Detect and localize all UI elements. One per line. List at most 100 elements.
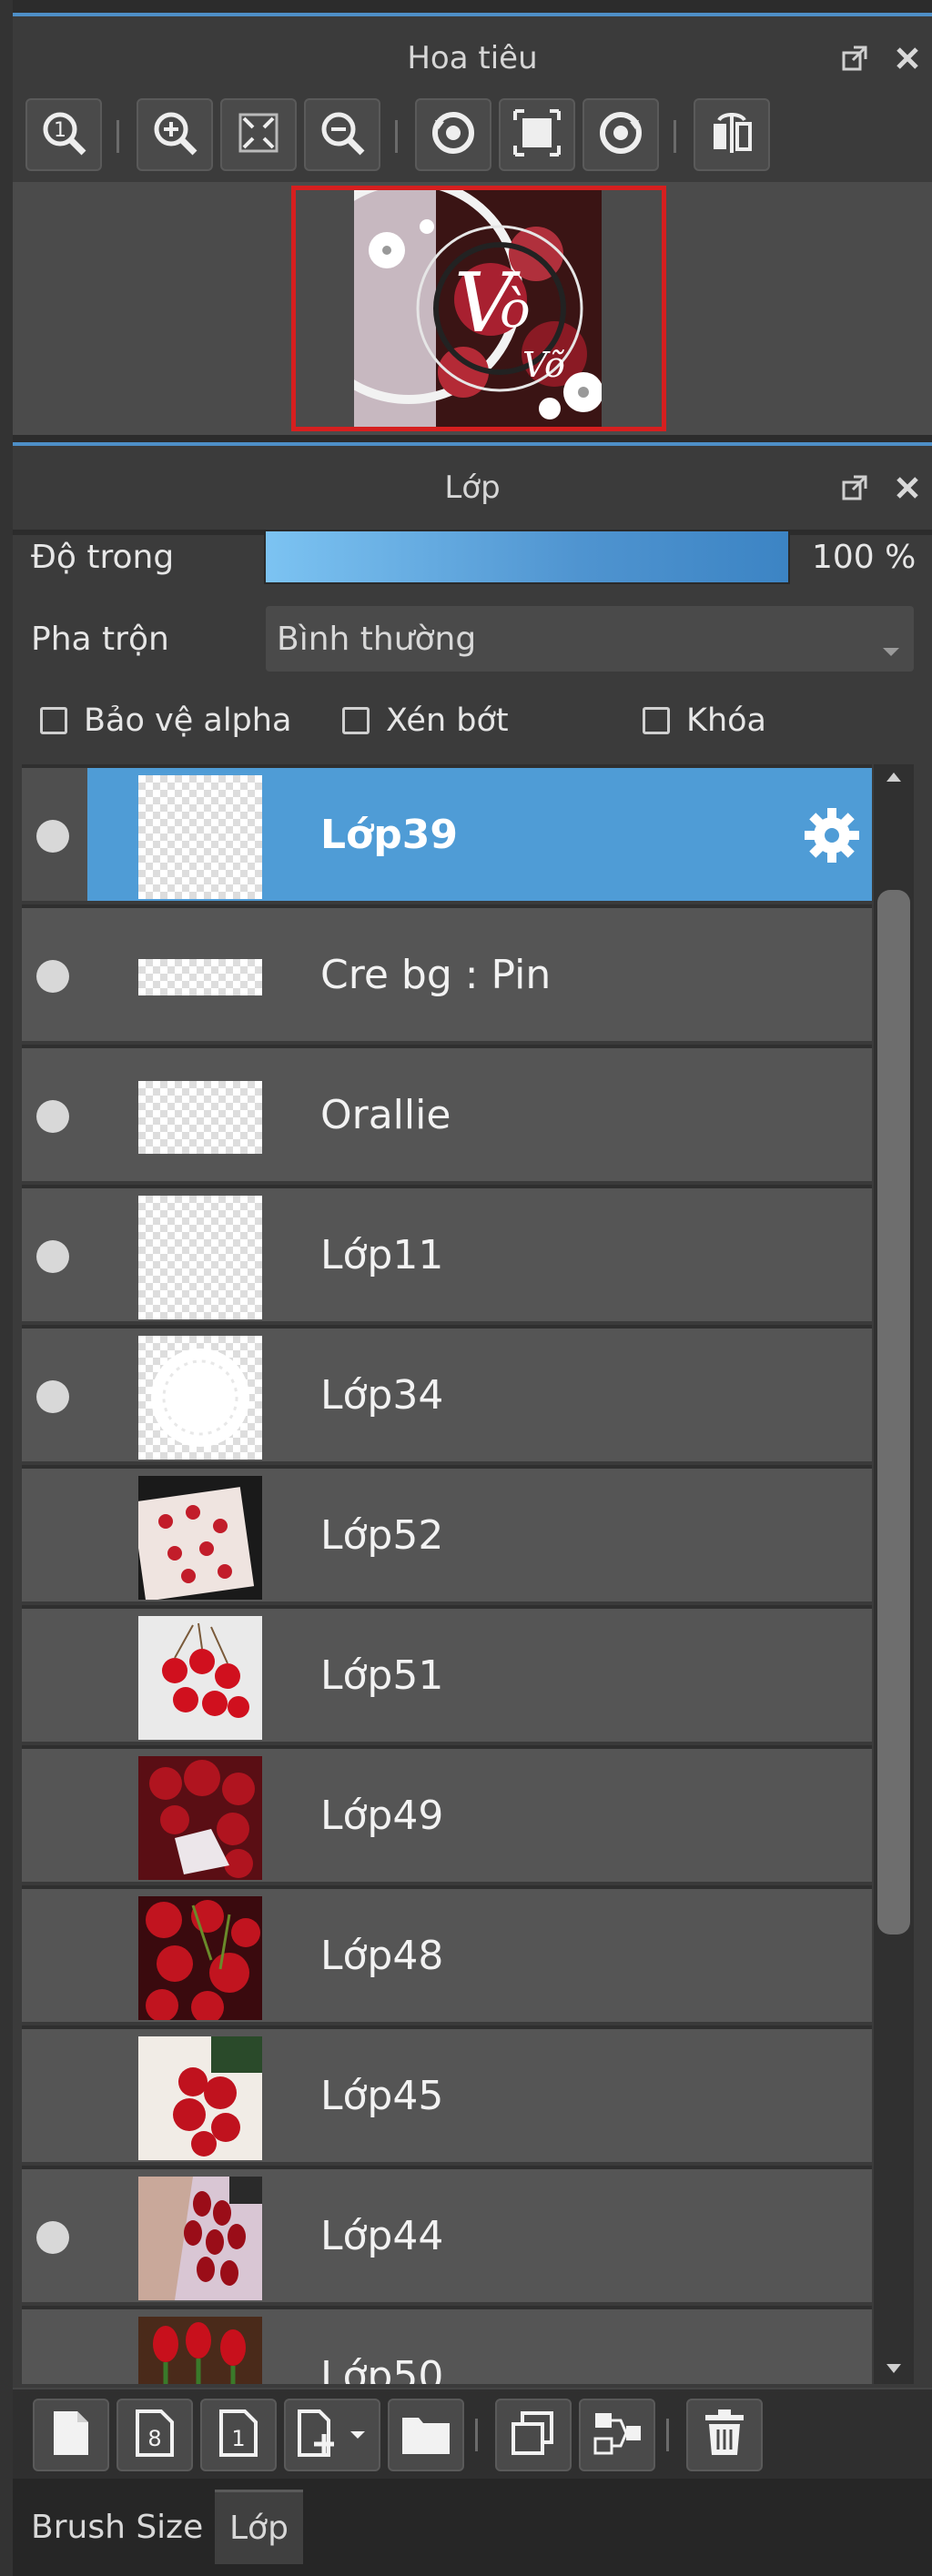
layer-row[interactable]: Lớp34 xyxy=(22,1328,872,1465)
close-icon[interactable] xyxy=(892,472,923,503)
layer-row[interactable]: Lớp50 xyxy=(22,2309,872,2384)
add-layer-menu-button[interactable] xyxy=(284,2399,380,2471)
layer-name: Cre bg : Pin xyxy=(320,952,552,998)
layer-row[interactable]: Orallie xyxy=(22,1048,872,1185)
new-1bit-layer-button[interactable]: 1 xyxy=(200,2399,277,2471)
scroll-down-icon[interactable] xyxy=(885,2361,903,2379)
rotate-left-button[interactable] xyxy=(415,98,491,171)
layer-row[interactable]: Cre bg : Pin xyxy=(22,908,872,1045)
panel-tabbar: Brush Size Lớp xyxy=(13,2479,932,2576)
new-folder-button[interactable] xyxy=(388,2399,464,2471)
zoom-actual-button[interactable]: 1 xyxy=(25,98,102,171)
blend-mode-select[interactable]: Bình thường xyxy=(266,606,914,672)
app-window: Hoa tiêu 1 V ò Võ Lớp Độ trong 100 % Pha… xyxy=(0,0,932,2576)
lock-checkbox[interactable]: Khóa xyxy=(643,702,766,739)
scroll-thumb[interactable] xyxy=(877,890,910,1935)
navigator-title: Hoa tiêu xyxy=(407,40,538,76)
layer-thumbnail xyxy=(138,1476,262,1600)
checkbox-box[interactable] xyxy=(40,707,67,734)
rotate-right-button[interactable] xyxy=(582,98,659,171)
layer-row[interactable]: Lớp48 xyxy=(22,1889,872,2025)
layers-header: Lớp xyxy=(13,442,932,530)
layer-row[interactable]: Lớp51 xyxy=(22,1609,872,1745)
layer-name: Lớp39 xyxy=(320,812,458,858)
tab-brush-size[interactable]: Brush Size xyxy=(16,2490,218,2564)
layer-name: Lớp50 xyxy=(320,2353,444,2384)
visibility-dot-icon[interactable] xyxy=(36,1100,69,1133)
layer-actions-toolbar: 8 1 xyxy=(13,2388,932,2479)
new-8bit-layer-icon: 8 xyxy=(132,2408,177,2462)
layer-thumbnail xyxy=(138,2177,262,2300)
chevron-down-icon xyxy=(881,630,901,667)
popout-icon[interactable] xyxy=(839,472,870,503)
zoom-in-button[interactable] xyxy=(137,98,213,171)
opacity-label: Độ trong xyxy=(31,539,175,576)
layer-name: Lớp48 xyxy=(320,1933,444,1979)
delete-layer-icon xyxy=(702,2408,747,2462)
viewport-frame[interactable]: V ò Võ xyxy=(291,186,666,431)
new-layer-button[interactable] xyxy=(33,2399,109,2471)
layer-row[interactable]: Lớp45 xyxy=(22,2029,872,2166)
checkbox-box[interactable] xyxy=(643,707,670,734)
zoom-out-icon xyxy=(317,107,368,162)
fit-screen-button[interactable] xyxy=(220,98,297,171)
svg-text:Võ: Võ xyxy=(522,345,565,385)
new-folder-icon xyxy=(400,2410,451,2460)
layer-thumbnail xyxy=(138,1896,262,2020)
gear-icon[interactable] xyxy=(801,804,863,870)
layer-row[interactable]: Lớp49 xyxy=(22,1749,872,1885)
opacity-slider[interactable] xyxy=(264,530,790,584)
popout-icon[interactable] xyxy=(839,43,870,74)
layer-name: Lớp11 xyxy=(320,1232,444,1278)
merge-down-button[interactable] xyxy=(579,2399,655,2471)
flip-horizontal-icon xyxy=(706,107,757,162)
close-icon[interactable] xyxy=(892,43,923,74)
svg-text:8: 8 xyxy=(147,2426,161,2451)
zoom-out-button[interactable] xyxy=(304,98,380,171)
svg-text:1: 1 xyxy=(54,119,66,142)
checkbox-box[interactable] xyxy=(342,707,370,734)
visibility-dot-icon[interactable] xyxy=(36,1240,69,1273)
lock-label: Khóa xyxy=(686,702,766,739)
clipping-checkbox[interactable]: Xén bớt xyxy=(342,702,509,739)
new-layer-icon xyxy=(48,2408,94,2462)
navigator-preview[interactable]: V ò Võ xyxy=(13,182,932,435)
visibility-dot-icon[interactable] xyxy=(36,2221,69,2254)
fit-canvas-button[interactable] xyxy=(499,98,575,171)
layer-name: Lớp52 xyxy=(320,1512,444,1559)
svg-text:1: 1 xyxy=(231,2426,245,2451)
new-1bit-layer-icon: 1 xyxy=(216,2408,261,2462)
layer-row[interactable]: Lớp44 xyxy=(22,2169,872,2306)
zoom-in-icon xyxy=(149,107,200,162)
visibility-dot-icon[interactable] xyxy=(36,820,69,853)
delete-layer-button[interactable] xyxy=(686,2399,763,2471)
add-layer-menu-icon xyxy=(294,2408,370,2462)
duplicate-layer-icon xyxy=(508,2408,559,2462)
flip-horizontal-button[interactable] xyxy=(694,98,770,171)
layer-thumbnail xyxy=(138,775,262,899)
layer-name: Lớp51 xyxy=(320,1652,444,1699)
zoom-actual-icon: 1 xyxy=(38,107,89,162)
layer-row[interactable]: Lớp11 xyxy=(22,1188,872,1325)
protect-alpha-checkbox[interactable]: Bảo vệ alpha xyxy=(40,702,291,739)
clipping-label: Xén bớt xyxy=(386,702,509,739)
blend-mode-value: Bình thường xyxy=(277,620,477,658)
duplicate-layer-button[interactable] xyxy=(495,2399,572,2471)
layer-list[interactable]: Lớp39 Cre bg : Pin Orallie Lớp11 Lớp34 L… xyxy=(22,764,872,2384)
layer-list-scrollbar[interactable] xyxy=(874,764,914,2384)
layer-thumbnail xyxy=(138,1756,262,1880)
scroll-up-icon[interactable] xyxy=(885,770,903,787)
fit-canvas-icon xyxy=(512,107,562,162)
new-8bit-layer-button[interactable]: 8 xyxy=(116,2399,193,2471)
blend-mode-label: Pha trộn xyxy=(31,621,169,658)
merge-down-icon xyxy=(592,2408,643,2462)
opacity-value: 100 % xyxy=(812,539,917,576)
svg-text:ò: ò xyxy=(500,280,531,339)
layer-name: Orallie xyxy=(320,1092,451,1138)
layer-row[interactable]: Lớp39 xyxy=(22,768,872,904)
visibility-dot-icon[interactable] xyxy=(36,1380,69,1413)
layer-row[interactable]: Lớp52 xyxy=(22,1469,872,1605)
layer-thumbnail xyxy=(138,915,262,1039)
visibility-dot-icon[interactable] xyxy=(36,960,69,993)
tab-layers[interactable]: Lớp xyxy=(215,2490,303,2564)
